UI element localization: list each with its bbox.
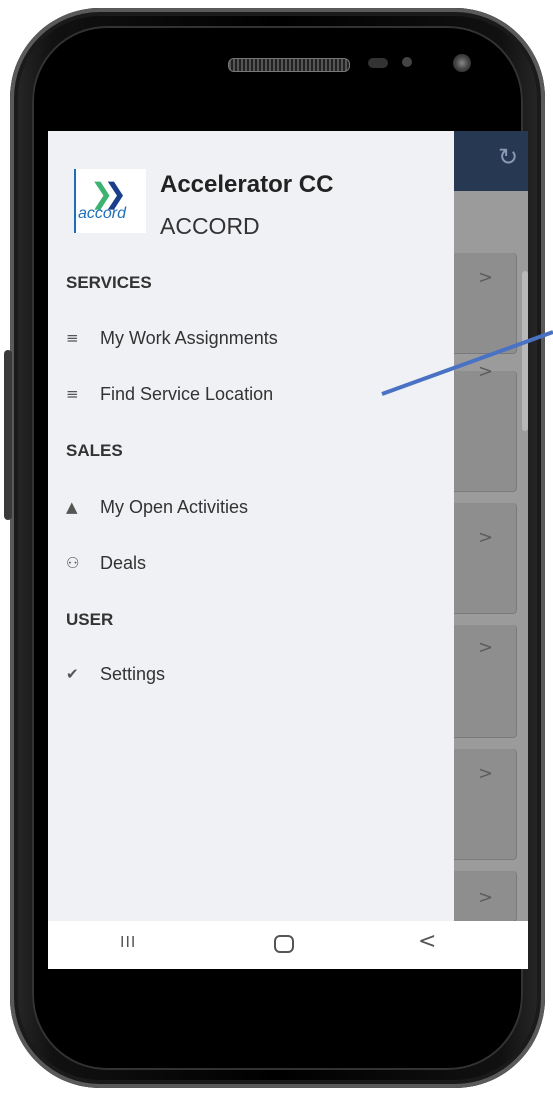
- annotation-line: [381, 330, 553, 396]
- annotation-arrow: [381, 330, 553, 396]
